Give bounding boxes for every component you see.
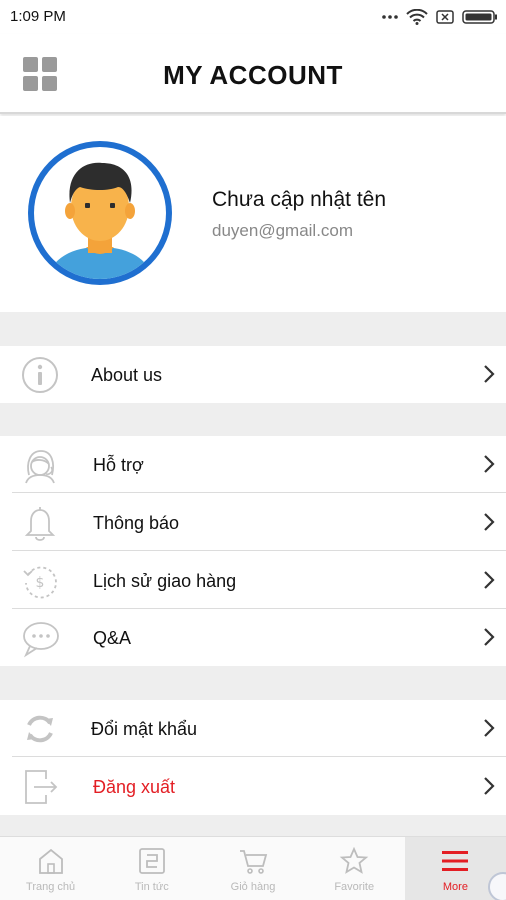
nav-item-home[interactable]: Trang chủ <box>0 837 101 900</box>
menu-item-support[interactable]: Hỗ trợ <box>0 436 506 493</box>
menu-item-label: Đăng xuất <box>93 777 176 797</box>
menu-item-about-us[interactable]: About us <box>0 346 506 403</box>
battery-icon <box>462 10 497 24</box>
nav-label: Giỏ hàng <box>230 881 276 893</box>
divider <box>12 492 506 493</box>
menu-item-label: Q&A <box>93 628 132 648</box>
nav-item-news[interactable]: Tin tức <box>101 837 202 900</box>
menu-item-label: Đổi mật khẩu <box>91 719 198 739</box>
section-spacer <box>0 666 506 700</box>
status-bar: 1:09 PM <box>0 0 506 34</box>
avatar[interactable] <box>22 135 178 291</box>
menu-item-label: Lịch sử giao hàng <box>93 571 237 591</box>
status-icons <box>382 6 498 28</box>
section-spacer <box>0 814 506 836</box>
news-icon <box>138 848 165 874</box>
chevron-right-icon <box>484 719 495 737</box>
divider <box>12 756 506 757</box>
app-header: MY ACCOUNT <box>0 34 506 114</box>
nav-label: Trang chủ <box>26 881 76 893</box>
chat-bubble-icon <box>23 622 59 658</box>
chevron-right-icon <box>484 455 495 473</box>
info-icon <box>22 357 58 393</box>
cart-icon <box>240 850 268 874</box>
assistive-touch-button[interactable] <box>488 872 506 900</box>
dots-icon <box>382 15 398 19</box>
hamburger-menu-icon <box>442 851 469 871</box>
chevron-right-icon <box>484 513 495 531</box>
wifi-icon <box>406 9 428 25</box>
profile-email: duyen@gmail.com <box>212 221 354 240</box>
status-time: 1:09 PM <box>10 8 66 25</box>
menu-item-change-password[interactable]: Đổi mật khẩu <box>0 700 506 757</box>
profile-card: Chưa cập nhật tên duyen@gmail.com <box>0 116 506 312</box>
chevron-right-icon <box>484 777 495 795</box>
sim-icon <box>436 10 454 24</box>
nav-item-favorite[interactable]: Favorite <box>304 837 405 900</box>
menu-item-delivery-history[interactable]: $ Lịch sử giao hàng <box>0 552 506 609</box>
bell-icon <box>24 507 56 541</box>
section-spacer <box>0 312 506 346</box>
menu-item-notifications[interactable]: Thông báo <box>0 494 506 551</box>
menu-item-label: Hỗ trợ <box>93 455 144 475</box>
chevron-right-icon <box>484 571 495 589</box>
svg-text:$: $ <box>36 575 45 591</box>
home-icon <box>38 848 63 874</box>
payment-history-icon: $ <box>23 566 57 599</box>
menu-item-label: About us <box>91 365 163 385</box>
page-title: MY ACCOUNT <box>163 60 343 90</box>
menu-item-qa[interactable]: Q&A <box>0 609 506 666</box>
support-agent-icon <box>25 450 55 484</box>
nav-item-cart[interactable]: Giỏ hàng <box>202 837 303 900</box>
chevron-right-icon <box>484 365 495 383</box>
star-icon <box>339 847 369 874</box>
nav-label: Favorite <box>334 881 375 893</box>
bottom-nav: Trang chủ Tin tức Giỏ hàng Favorite More <box>0 836 506 900</box>
menu-item-label: Thông báo <box>93 513 180 533</box>
refresh-icon <box>27 715 53 743</box>
profile-name: Chưa cập nhật tên <box>212 188 387 211</box>
section-spacer <box>0 403 506 436</box>
logout-icon <box>25 770 58 804</box>
nav-label: Tin tức <box>134 881 169 893</box>
menu-item-logout[interactable]: Đăng xuất <box>0 758 506 815</box>
divider <box>12 550 506 551</box>
chevron-right-icon <box>484 628 495 646</box>
